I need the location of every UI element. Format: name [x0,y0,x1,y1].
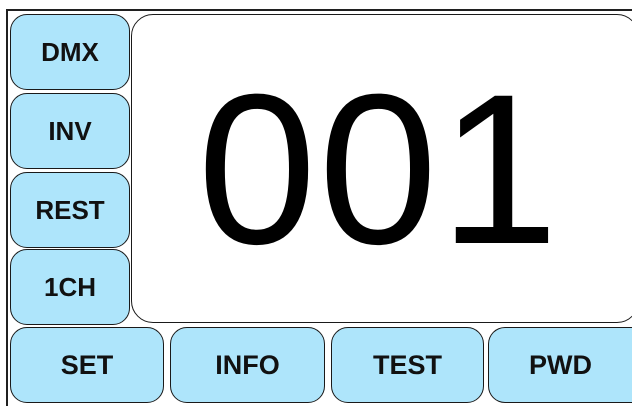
info-button-label: INFO [215,349,280,380]
display-value: 001 [197,49,561,289]
one-channel-button[interactable]: 1CH [10,249,130,325]
frame-top-edge [6,9,632,11]
set-button[interactable]: SET [10,327,164,403]
test-button[interactable]: TEST [331,327,484,403]
pwd-button-label: PWD [529,349,592,380]
rest-button-label: REST [35,194,105,225]
set-button-label: SET [60,349,114,380]
info-button[interactable]: INFO [170,327,325,403]
pwd-button[interactable]: PWD [488,327,632,403]
rest-button[interactable]: REST [10,172,130,248]
inv-button[interactable]: INV [10,93,130,169]
one-channel-button-label: 1CH [43,271,96,302]
test-button-label: TEST [372,349,442,380]
inv-button-label: INV [48,115,92,146]
frame-left-edge [6,9,8,406]
dmx-button[interactable]: DMX [10,14,130,90]
dmx-button-label: DMX [41,36,99,67]
value-display-panel: 001 [131,14,632,323]
control-screen: DMX INV REST 1CH 001 SET INFO TEST PWD [0,0,632,406]
